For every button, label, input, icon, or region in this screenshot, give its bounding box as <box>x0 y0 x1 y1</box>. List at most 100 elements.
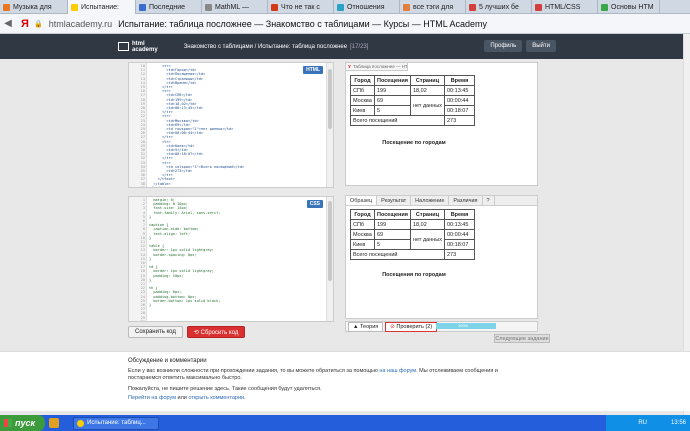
favicon-icon <box>3 3 10 11</box>
browser-tab-label: HTML/CSS <box>545 3 581 11</box>
profile-button[interactable]: Профиль <box>484 40 523 52</box>
browser-tab-label: MathML — <box>215 3 249 11</box>
favicon-icon <box>601 3 608 11</box>
compare-tab[interactable]: ? <box>483 196 495 205</box>
favicon-icon <box>403 3 410 11</box>
browser-tab[interactable]: Что не так с <box>268 0 334 14</box>
check-label: Проверить (2) <box>396 323 433 330</box>
table-cell: 00:18:07 <box>444 239 475 250</box>
browser-tab-label: все тэги для <box>413 3 454 11</box>
compare-tab[interactable]: Различия <box>449 196 483 205</box>
yandex-logo-icon[interactable]: Я <box>16 18 34 30</box>
browser-tab-label: Что не так с <box>281 3 320 11</box>
browser-tab[interactable]: 5 лучших бе <box>466 0 532 14</box>
reset-icon: ⟲ <box>193 330 201 336</box>
table-cell: Москва <box>350 229 375 240</box>
browser-tab-label: Испытание: <box>81 3 119 11</box>
site-header: html academy Знакомство с таблицами / Исп… <box>0 34 690 59</box>
table-cell: 5 <box>374 105 411 116</box>
taskbar-item-label: Испытание: таблиц... <box>87 420 146 426</box>
css-editor[interactable]: 1 2 3 4 5 6 7 8 9 10 11 12 13 14 15 16 1… <box>128 196 334 322</box>
browser-tab-label: Последние <box>149 3 186 11</box>
forum-link[interactable]: на наш форум <box>379 368 416 374</box>
next-task-button[interactable]: Следующее задание <box>494 334 550 343</box>
browser-tab[interactable]: Основы HTM <box>598 0 660 14</box>
table-cell: Москва <box>350 95 375 106</box>
line-numbers: 1 2 3 4 5 6 7 8 9 10 11 12 13 14 15 16 1… <box>140 198 145 322</box>
comments-heading: Обсуждение и комментарии <box>128 358 207 364</box>
progress-label: 100% <box>458 323 469 328</box>
table-row: СПб 199 18,02 00:13:45 <box>350 85 475 96</box>
compare-tab[interactable]: Результат <box>377 196 412 205</box>
favicon-icon <box>139 3 146 11</box>
compare-tabs: Образец Результат Наложение Различия? <box>346 196 537 206</box>
sample-caption: Посещения по городам <box>382 272 446 278</box>
table-header-cell: Время <box>444 209 475 220</box>
address-bar: ◀ Я 🔒 htmlacademy.ru Испытание: таблица … <box>0 14 690 34</box>
table-header-cell: Город <box>350 75 375 86</box>
table-header-cell: Город <box>350 209 375 220</box>
css-badge: CSS <box>306 200 323 208</box>
favicon-icon <box>71 3 78 11</box>
browser-tab[interactable]: Музыка для <box>0 0 68 14</box>
open-comments-link[interactable]: открыть комментарии <box>188 395 244 401</box>
favicon-icon <box>535 3 542 11</box>
table-row: СПб 199 18,02 00:13:45 <box>350 219 475 230</box>
language-indicator[interactable]: RU <box>638 420 647 426</box>
help-text-start: Если у вас возникли сложности при прохож… <box>128 368 380 374</box>
check-tab[interactable]: ⊘ Проверить (2) <box>385 321 438 332</box>
clock: 13:56 <box>670 420 686 426</box>
browser-tab-strip: Музыка для Испытание: Последние MathML — Что… <box>0 0 690 14</box>
table-header-cell: Страниц <box>409 75 446 86</box>
comments-links: Перейти на форум или открыть комментарии… <box>128 395 498 402</box>
table-cell: 18,02 <box>409 85 446 96</box>
preview-tab-label: Таблица посложнее — HTML Acad <box>353 64 407 69</box>
compare-tab[interactable]: Образец <box>346 196 378 205</box>
table-footer-row: Всего посещений 273 <box>350 249 475 260</box>
html-editor-scrollbar[interactable] <box>326 63 333 187</box>
table-cell: 69 <box>374 229 411 240</box>
browser-tab[interactable]: MathML — <box>202 0 268 14</box>
table-header-row: Город Посещения Страниц Время <box>350 75 475 86</box>
html-code[interactable]: <tr> <td>Город</td> <td>Посещения</td> <… <box>149 64 325 187</box>
page-title: Испытание: таблица посложнее — Знакомств… <box>118 18 487 29</box>
start-label: пуск <box>15 418 36 428</box>
reset-code-button[interactable]: ⟲ Сбросить код <box>186 326 246 338</box>
site-logo[interactable]: html academy <box>118 41 158 53</box>
table-cell: 199 <box>374 219 411 230</box>
logout-button[interactable]: Выйти <box>526 40 556 52</box>
css-editor-scrollbar[interactable] <box>326 197 333 321</box>
url-host[interactable]: htmlacademy.ru <box>49 19 112 29</box>
browser-tab[interactable]: все тэги для <box>400 0 466 14</box>
table-cell: нет данных <box>409 229 446 250</box>
back-icon[interactable]: ◀ <box>0 18 16 29</box>
theory-tab[interactable]: ▲ Теория <box>348 321 384 332</box>
breadcrumb-text[interactable]: Знакомство с таблицами / Испытание: табл… <box>184 44 347 50</box>
preview-tab[interactable]: Y Таблица посложнее — HTML Acad <box>346 63 408 71</box>
browser-tab[interactable]: HTML/CSS <box>532 0 598 14</box>
html-editor[interactable]: 10 11 12 13 14 15 16 17 18 19 20 21 22 2… <box>128 62 334 188</box>
table-cell: Киев <box>350 105 375 116</box>
html-badge: HTML <box>303 66 323 74</box>
browser-tab[interactable]: Отношения <box>334 0 400 14</box>
go-to-forum-link[interactable]: Перейти на форум <box>128 395 176 401</box>
theory-label: Теория <box>359 323 379 330</box>
table-row: Москва 69 нет данных 00:00:44 <box>350 95 475 116</box>
logo-text-bottom: academy <box>132 46 158 53</box>
start-button[interactable]: пуск <box>0 415 46 431</box>
total-value-cell: 273 <box>444 249 475 260</box>
browser-quicklaunch-icon[interactable] <box>49 418 60 428</box>
table-row: Москва 69 нет данных 00:00:44 <box>350 229 475 250</box>
yandex-icon: Y <box>348 64 352 69</box>
favicon-icon <box>205 3 212 11</box>
browser-tab[interactable]: Испытание: <box>68 0 136 14</box>
taskbar-window-item[interactable]: Испытание: таблиц... <box>73 416 160 430</box>
compare-tab[interactable]: Наложение <box>411 196 450 205</box>
table-cell: 5 <box>374 239 411 250</box>
save-code-button[interactable]: Сохранить код <box>128 326 183 338</box>
browser-tab[interactable]: Последние <box>136 0 202 14</box>
css-code[interactable]: margin: 0; padding: 0 10px; font-size: 1… <box>149 198 325 307</box>
comments-warning: Пожалуйста, не пишите решение здесь. Так… <box>128 386 322 392</box>
preview-table: Город Посещения Страниц Время СПб 199 18,02 00:… <box>350 75 475 126</box>
live-preview: Y Таблица посложнее — HTML Acad ГородПос… <box>345 62 538 186</box>
